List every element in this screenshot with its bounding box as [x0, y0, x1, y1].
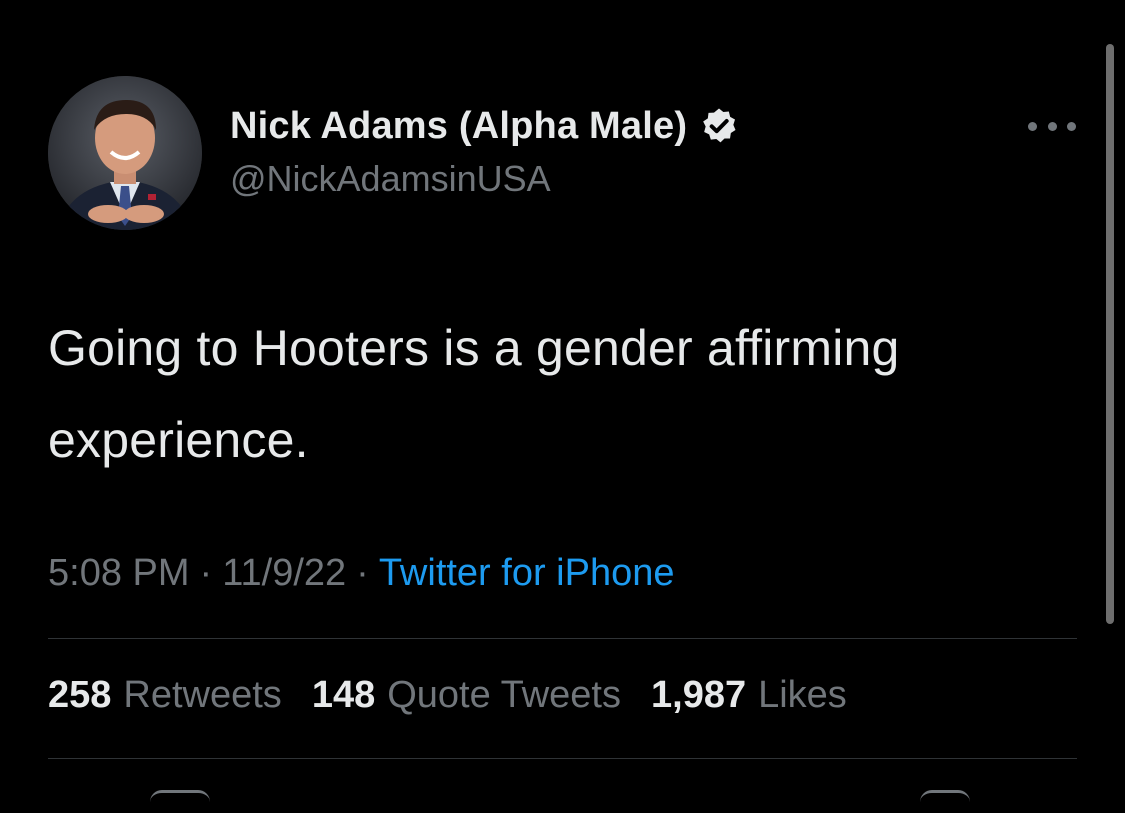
avatar[interactable] — [48, 76, 202, 230]
tweet-source-link[interactable]: Twitter for iPhone — [379, 552, 675, 595]
more-dot — [1047, 121, 1057, 131]
scrollbar[interactable] — [1106, 44, 1114, 624]
display-name[interactable]: Nick Adams (Alpha Male) — [230, 105, 687, 148]
quote-tweets-count: 148 — [311, 674, 376, 716]
likes-count: 1,987 — [651, 674, 747, 716]
author-info[interactable]: Nick Adams (Alpha Male) @NickAdamsinUSA — [230, 98, 739, 200]
divider — [48, 638, 1077, 639]
tweet-meta: 5:08 PM · 11/9/22 · Twitter for iPhone — [48, 552, 675, 595]
verified-badge-icon — [699, 106, 739, 146]
likes-stat[interactable]: 1,987 Likes — [651, 674, 847, 717]
meta-separator: · — [199, 552, 213, 594]
quote-tweets-label: Quote Tweets — [387, 674, 621, 716]
more-dot — [1067, 121, 1076, 131]
retweets-stat[interactable]: 258 Retweets — [48, 674, 282, 717]
tweet-time[interactable]: 5:08 PM — [48, 552, 190, 595]
retweets-count: 258 — [48, 674, 112, 716]
engagement-stats: 258 Retweets 148 Quote Tweets 1,987 Like… — [48, 674, 877, 717]
meta-separator: · — [356, 552, 369, 594]
tweet-detail: Nick Adams (Alpha Male) @NickAdamsinUSA … — [0, 0, 1125, 800]
tweet-date[interactable]: 11/9/22 — [222, 552, 346, 595]
more-dot — [1028, 121, 1037, 131]
divider — [48, 758, 1077, 759]
likes-label: Likes — [758, 674, 847, 716]
retweets-label: Retweets — [123, 674, 282, 716]
user-handle[interactable]: @NickAdamsinUSA — [230, 158, 739, 200]
display-name-row: Nick Adams (Alpha Male) — [230, 98, 739, 154]
more-horizontal-icon[interactable] — [1028, 112, 1076, 140]
share-icon[interactable] — [920, 790, 970, 813]
avatar-image — [48, 76, 202, 230]
quote-tweets-stat[interactable]: 148 Quote Tweets — [312, 674, 621, 717]
tweet-text: Going to Hooters is a gender affirming e… — [48, 320, 900, 468]
reply-icon[interactable] — [150, 790, 210, 813]
